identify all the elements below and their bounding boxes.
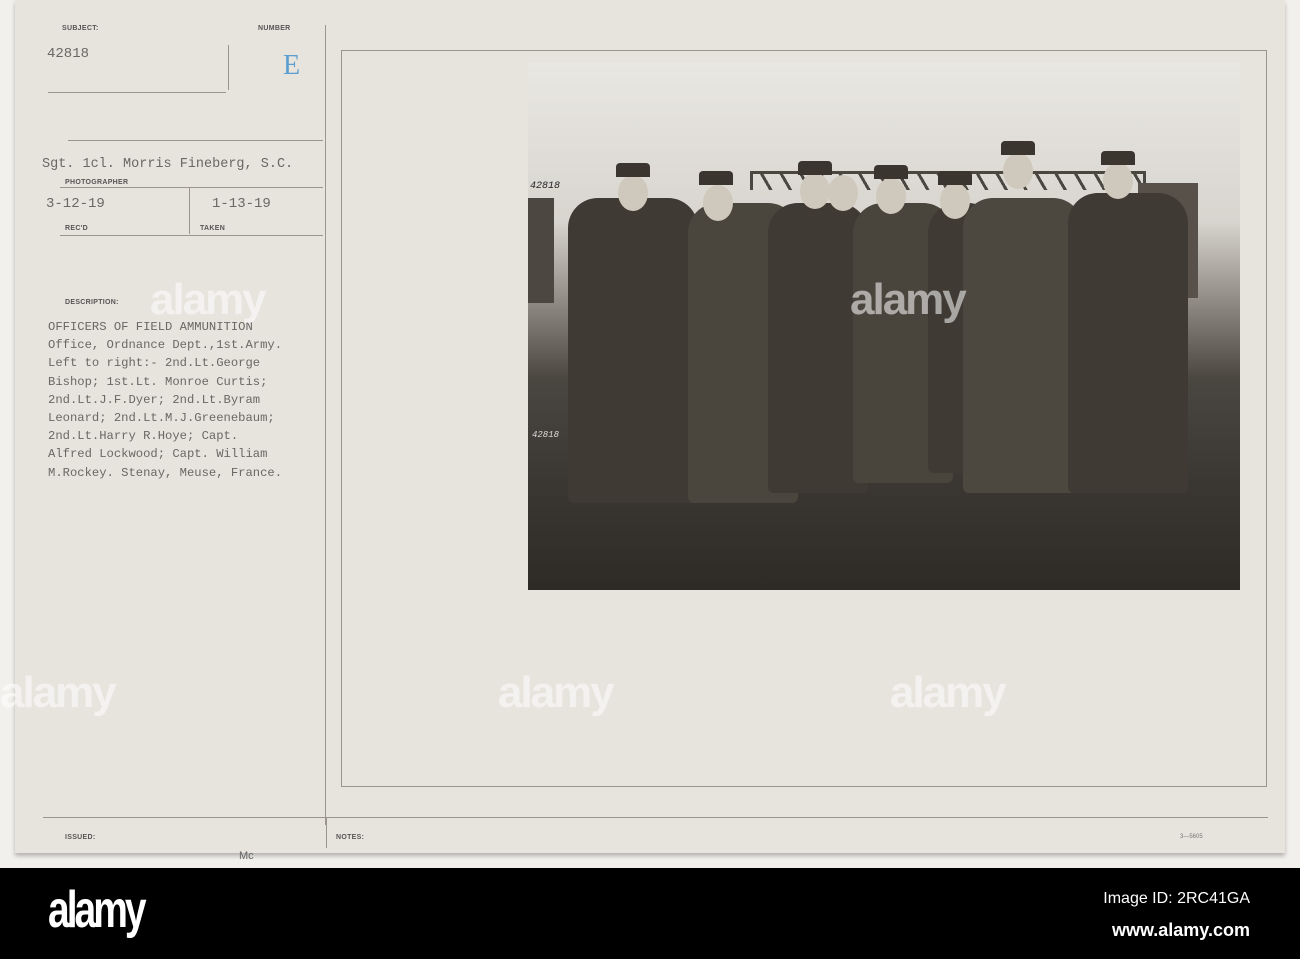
description-line: Office, Ordnance Dept.,1st.Army. — [48, 338, 283, 353]
description-line: M.Rockey. Stenay, Meuse, France. — [48, 465, 283, 480]
description-line: Leonard; 2nd.Lt.M.J.Greenebaum; — [48, 411, 275, 426]
number-stamp: E — [283, 50, 301, 81]
notes-label: NOTES: — [336, 834, 365, 841]
watermark: alamy — [150, 275, 267, 324]
watermark: alamy — [890, 668, 1007, 717]
officer-figure — [568, 198, 698, 503]
footer-bar: alamy Image ID: 2RC41GA www.alamy.com — [0, 868, 1300, 959]
officer-figure — [1068, 193, 1188, 493]
received-value: 3-12-19 — [46, 196, 105, 212]
received-label: REC'D — [65, 225, 88, 232]
description-line: Bishop; 1st.Lt. Monroe Curtis; — [48, 374, 268, 389]
building-left — [528, 198, 554, 303]
watermark: alamy — [0, 668, 117, 717]
alamy-logo: alamy — [48, 881, 147, 939]
number-label: NUMBER — [258, 25, 291, 32]
form-code: 3—5605 — [1180, 834, 1203, 840]
officer-figure — [963, 198, 1083, 493]
image-id: Image ID: 2RC41GA — [1103, 890, 1250, 907]
description-label: DESCRIPTION: — [65, 299, 119, 306]
site-url: www.alamy.com — [1111, 920, 1250, 940]
subject-value: 42818 — [47, 46, 90, 62]
description-text: OFFICERS OF FIELD AMMUNITION Office, Ordn… — [48, 318, 282, 482]
subject-label: SUBJECT: — [62, 25, 99, 32]
photographer-label: PHOTOGRAPHER — [65, 179, 129, 186]
description-line: Alfred Lockwood; Capt. William — [48, 447, 268, 462]
group-photograph: 42818 42818 — [528, 63, 1240, 590]
description-line: Left to right:- 2nd.Lt.George — [48, 356, 261, 371]
taken-value: 1-13-19 — [212, 196, 271, 212]
negative-number-side: 42818 — [532, 430, 560, 440]
negative-number-top: 42818 — [530, 181, 561, 192]
watermark: alamy — [498, 668, 615, 717]
taken-label: TAKEN — [200, 225, 226, 232]
issued-label: ISSUED: — [65, 834, 96, 841]
watermark: alamy — [850, 275, 967, 324]
issued-value: Mc — [239, 850, 254, 862]
photographer-value: Sgt. 1cl. Morris Fineberg, S.C. — [42, 157, 294, 172]
description-line: 2nd.Lt.Harry R.Hoye; Capt. — [48, 429, 239, 444]
description-line: 2nd.Lt.J.F.Dyer; 2nd.Lt.Byram — [48, 392, 261, 407]
